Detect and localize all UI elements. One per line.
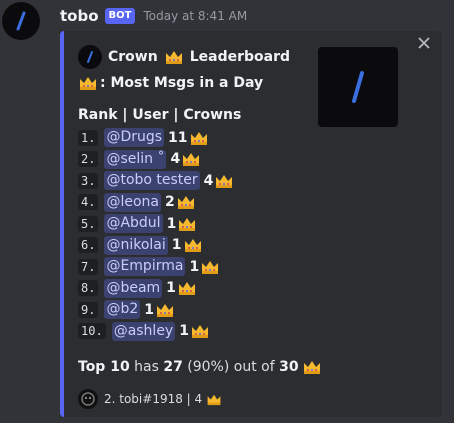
crown-icon <box>303 361 320 374</box>
user-mention[interactable]: @leona <box>104 192 161 212</box>
leaderboard-row: 9. @b2 1 <box>78 299 234 321</box>
summary-percent: (90%) out of <box>182 359 280 375</box>
summary-total: 30 <box>279 359 299 375</box>
bot-avatar[interactable] <box>2 2 40 40</box>
crown-icon <box>157 303 173 317</box>
crown-icon <box>177 196 194 210</box>
leaderboard-row: 1. @Drugs 11 <box>78 127 234 149</box>
rank-label: 10. <box>78 323 106 340</box>
crown-count: 2 <box>164 194 175 211</box>
section-header: Rank | User | Crowns <box>78 107 242 123</box>
leaderboard-row: 4. @leona 2 <box>78 192 234 214</box>
user-mention[interactable]: @beam <box>104 278 163 298</box>
crown-icon <box>165 51 182 64</box>
author-suffix: Leaderboard <box>189 49 290 65</box>
footer-text: 2. tobi#1918 | 4 <box>104 392 203 406</box>
user-mention[interactable]: @ashley <box>111 321 176 341</box>
user-mention[interactable]: @Abdul <box>104 214 163 234</box>
embed-author: Crown Leaderboard <box>78 45 290 69</box>
leaderboard-embed: Crown Leaderboard : Most Msgs in a Day R… <box>60 31 442 417</box>
leaderboard-row: 8. @beam 1 <box>78 278 234 300</box>
leaderboard-row: 10. @ashley 1 <box>78 321 234 343</box>
user-mention[interactable]: @selin ˚ <box>104 149 167 169</box>
rank-label: 3. <box>78 172 99 189</box>
crown-count: 1 <box>166 280 176 297</box>
leaderboard-row: 5. @Abdul 1 <box>78 213 234 235</box>
slash-logo-icon <box>352 71 364 103</box>
crown-count: 1 <box>179 323 189 340</box>
slash-logo-icon <box>78 45 102 69</box>
crown-count: 1 <box>171 237 182 254</box>
embed-author-name: Crown Leaderboard <box>108 49 290 65</box>
crown-count: 1 <box>144 301 154 318</box>
user-mention[interactable]: @Drugs <box>104 128 165 148</box>
username[interactable]: tobo <box>60 7 99 25</box>
slash-logo-icon <box>16 11 26 31</box>
embed-title: : Most Msgs in a Day <box>78 75 263 91</box>
close-icon[interactable] <box>416 35 432 51</box>
author-text: Crown <box>108 49 158 65</box>
user-mention[interactable]: @b2 <box>104 300 141 320</box>
user-mention[interactable]: @tobo tester <box>104 171 200 191</box>
footer-avatar <box>78 389 98 409</box>
message-header: tobo BOT Today at 8:41 AM <box>60 6 247 26</box>
crown-count: 4 <box>170 151 181 168</box>
rank-label: 7. <box>78 258 99 275</box>
rank-label: 8. <box>78 280 99 297</box>
embed-title-text: : Most Msgs in a Day <box>100 75 264 91</box>
summary-line: Top 10 has 27 (90%) out of 30 <box>78 359 322 375</box>
rank-label: 1. <box>78 129 99 146</box>
crown-icon <box>190 131 207 145</box>
leaderboard-row: 3. @tobo tester 4 <box>78 170 234 192</box>
user-mention[interactable]: @Empirma <box>104 257 186 277</box>
embed-thumbnail[interactable] <box>318 47 398 127</box>
crown-count: 11 <box>168 129 188 146</box>
crown-count: 4 <box>203 172 214 189</box>
crown-icon <box>202 260 219 274</box>
leaderboard-list: 1. @Drugs 11 2. @selin ˚ 4 3. @tobo tester 4 4. @l… <box>78 127 234 342</box>
crown-icon <box>179 217 196 231</box>
rank-label: 4. <box>78 194 99 211</box>
summary-value: 27 <box>163 359 183 375</box>
crown-icon <box>191 325 208 339</box>
timestamp[interactable]: Today at 8:41 AM <box>143 9 247 23</box>
rank-label: 9. <box>78 301 99 318</box>
bot-badge: BOT <box>104 8 136 24</box>
rank-label: 2. <box>78 151 99 168</box>
user-mention[interactable]: @nikolai <box>104 235 168 255</box>
summary-has: has <box>129 359 164 375</box>
leaderboard-row: 7. @Empirma 1 <box>78 256 234 278</box>
leaderboard-row: 6. @nikolai 1 <box>78 235 234 257</box>
rank-label: 5. <box>78 215 99 232</box>
embed-footer: 2. tobi#1918 | 4 <box>78 389 222 409</box>
crown-icon <box>207 394 221 405</box>
crown-count: 1 <box>166 215 177 232</box>
crown-icon <box>80 77 96 90</box>
leaderboard-row: 2. @selin ˚ 4 <box>78 149 234 171</box>
summary-prefix: Top 10 <box>78 359 130 375</box>
rank-label: 6. <box>78 237 99 254</box>
crown-icon <box>183 153 200 167</box>
crown-icon <box>178 282 195 296</box>
crown-count: 1 <box>189 258 200 275</box>
crown-icon <box>216 174 233 188</box>
crown-icon <box>184 239 201 253</box>
